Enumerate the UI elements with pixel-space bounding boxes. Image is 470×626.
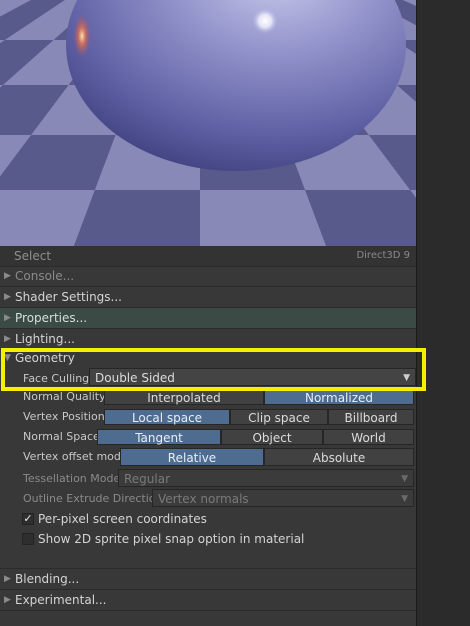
section-experimental[interactable]: ▶ Experimental... <box>0 590 416 610</box>
checkmark-icon: ✓ <box>23 512 33 525</box>
per-pixel-screen-coords-checkbox[interactable]: ✓ <box>22 513 34 525</box>
chevron-right-icon: ▶ <box>4 574 11 584</box>
preview-scene <box>0 0 416 246</box>
outline-extrude-direction-dropdown[interactable]: Vertex normals ▼ <box>152 489 414 507</box>
chevron-right-icon: ▶ <box>4 595 11 605</box>
outline-extrude-direction-label: Outline Extrude Direction <box>23 492 163 505</box>
normal-space-world[interactable]: World <box>323 429 414 445</box>
per-pixel-screen-coords-label: Per-pixel screen coordinates <box>38 512 207 526</box>
chevron-right-icon: ▶ <box>4 334 11 344</box>
normal-quality-label: Normal Quality <box>23 390 106 403</box>
chevron-right-icon: ▶ <box>4 292 11 302</box>
section-lighting[interactable]: ▶ Lighting... <box>0 329 416 349</box>
sprite-pixel-snap-checkbox[interactable] <box>22 533 34 545</box>
outline-extrude-direction-value: Vertex normals <box>158 492 249 506</box>
vertex-positioning-billboard[interactable]: Billboard <box>328 409 414 425</box>
specular-highlight <box>252 8 278 34</box>
chevron-right-icon: ▶ <box>4 271 11 281</box>
select-button[interactable]: Select <box>14 246 51 266</box>
normal-space-label: Normal Space <box>23 430 100 443</box>
tessellation-mode-dropdown[interactable]: Regular ▼ <box>118 469 414 487</box>
section-console[interactable]: ▶ Console... <box>0 266 416 286</box>
chevron-right-icon: ▶ <box>4 313 11 323</box>
section-blending[interactable]: ▶ Blending... <box>0 569 416 589</box>
material-settings-panel: Select Direct3D 9 ▶ Console... ▶ Shader … <box>0 246 416 626</box>
tessellation-mode-value: Regular <box>124 472 171 486</box>
section-shader-settings[interactable]: ▶ Shader Settings... <box>0 287 416 307</box>
vertex-offset-mode-label: Vertex offset mode <box>23 450 128 463</box>
vertex-offset-relative[interactable]: Relative <box>120 448 264 466</box>
renderer-label: Direct3D 9 <box>356 250 410 261</box>
section-properties[interactable]: ▶ Properties... <box>0 308 416 328</box>
preview-viewport[interactable] <box>0 0 416 246</box>
normal-space-tangent[interactable]: Tangent <box>97 429 221 445</box>
normal-quality-interpolated[interactable]: Interpolated <box>104 389 264 405</box>
sprite-pixel-snap-label: Show 2D sprite pixel snap option in mate… <box>38 532 305 546</box>
highlight-box <box>1 348 426 391</box>
vertex-positioning-local[interactable]: Local space <box>104 409 230 425</box>
chevron-down-icon: ▼ <box>401 494 408 504</box>
rim-light <box>73 14 91 58</box>
chevron-down-icon: ▼ <box>401 474 408 484</box>
viewport-toolbar: Select Direct3D 9 <box>0 246 416 266</box>
normal-space-object[interactable]: Object <box>221 429 323 445</box>
normal-quality-normalized[interactable]: Normalized <box>264 389 414 405</box>
right-side-panel <box>416 0 470 626</box>
tessellation-mode-label: Tessellation Mode <box>23 472 121 485</box>
vertex-offset-absolute[interactable]: Absolute <box>264 448 414 466</box>
vertex-positioning-clip[interactable]: Clip space <box>230 409 328 425</box>
